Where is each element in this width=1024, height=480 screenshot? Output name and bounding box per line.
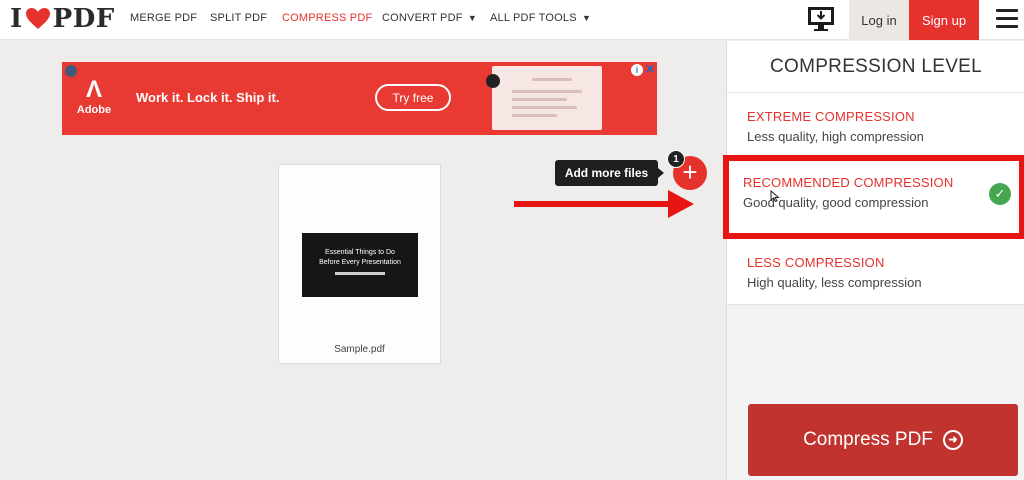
ad-shot-line [512, 90, 582, 93]
menu-line [996, 25, 1018, 28]
ad-choices-icon[interactable]: i [631, 64, 643, 76]
nav-split-pdf[interactable]: SPLIT PDF [210, 12, 267, 24]
file-name: Sample.pdf [334, 344, 385, 355]
chevron-down-icon: ▼ [582, 13, 592, 23]
compress-pdf-button[interactable]: Compress PDF ➜ [748, 404, 1018, 476]
logo-text-pdf: PDF [52, 4, 115, 34]
file-count-badge: 1 [667, 150, 685, 168]
thumbnail-title-line: Before Every Presentation [319, 259, 401, 266]
option-title: LESS COMPRESSION [747, 255, 885, 270]
logo-text-i: I [10, 4, 23, 34]
signup-button[interactable]: Sign up [909, 0, 979, 40]
arrow-right-icon [514, 190, 694, 218]
check-icon: ✓ [989, 183, 1011, 205]
menu-line [996, 17, 1018, 20]
ad-shot-line [512, 114, 557, 117]
ad-shot-dot [486, 74, 500, 88]
arrow-circle-right-icon: ➜ [942, 430, 963, 450]
nav-all-pdf-tools-label: ALL PDF TOOLS [490, 12, 577, 24]
cursor-icon [770, 190, 780, 202]
option-recommended-compression[interactable]: RECOMMENDED COMPRESSION Good quality, go… [723, 155, 1024, 239]
desktop-download-icon[interactable] [806, 5, 836, 33]
option-description: Less quality, high compression [747, 129, 924, 144]
hamburger-menu-icon[interactable] [996, 9, 1018, 29]
adobe-ad-banner[interactable]: Λ Adobe Work it. Lock it. Ship it. Try f… [62, 62, 657, 135]
ad-product-screenshot [486, 66, 602, 130]
ilovepdf-logo[interactable]: I PDF [10, 4, 115, 34]
login-button[interactable]: Log in [849, 0, 909, 40]
thumbnail-bar [335, 272, 385, 275]
top-nav: I PDF MERGE PDF SPLIT PDF COMPRESS PDF C… [0, 0, 1024, 40]
close-icon[interactable]: ✕ [645, 62, 655, 76]
ad-try-free-button[interactable]: Try free [375, 84, 451, 111]
panel-title: COMPRESSION LEVEL [727, 41, 1024, 93]
adobe-a-icon: Λ [85, 76, 102, 103]
ad-shot-line [512, 98, 567, 101]
adobe-logo: Λ Adobe [76, 76, 112, 124]
file-thumbnail: Essential Things to Do Before Every Pres… [302, 233, 418, 297]
add-more-files-tooltip: Add more files [555, 160, 664, 186]
nav-convert-pdf-label: CONVERT PDF [382, 12, 463, 24]
menu-line [996, 9, 1018, 12]
ad-headline: Work it. Lock it. Ship it. [136, 90, 280, 105]
ad-shot-line [512, 106, 577, 109]
option-title: EXTREME COMPRESSION [747, 109, 915, 124]
option-description: High quality, less compression [747, 275, 922, 290]
option-extreme-compression[interactable]: EXTREME COMPRESSION Less quality, high c… [727, 93, 1024, 163]
ad-shot-line [532, 78, 572, 81]
compress-pdf-label: Compress PDF [803, 429, 933, 450]
nav-compress-pdf[interactable]: COMPRESS PDF [282, 12, 372, 24]
adobe-brand-label: Adobe [76, 104, 112, 116]
nav-all-pdf-tools[interactable]: ALL PDF TOOLS ▼ [490, 12, 591, 24]
thumbnail-title-line: Essential Things to Do [325, 249, 395, 256]
file-card[interactable]: Essential Things to Do Before Every Pres… [278, 164, 441, 364]
option-title: RECOMMENDED COMPRESSION [743, 175, 954, 190]
chevron-down-icon: ▼ [467, 13, 478, 23]
nav-convert-pdf[interactable]: CONVERT PDF ▼ [382, 12, 477, 24]
heart-icon [25, 8, 50, 29]
option-less-compression[interactable]: LESS COMPRESSION High quality, less comp… [727, 239, 1024, 305]
nav-merge-pdf[interactable]: MERGE PDF [130, 12, 197, 24]
